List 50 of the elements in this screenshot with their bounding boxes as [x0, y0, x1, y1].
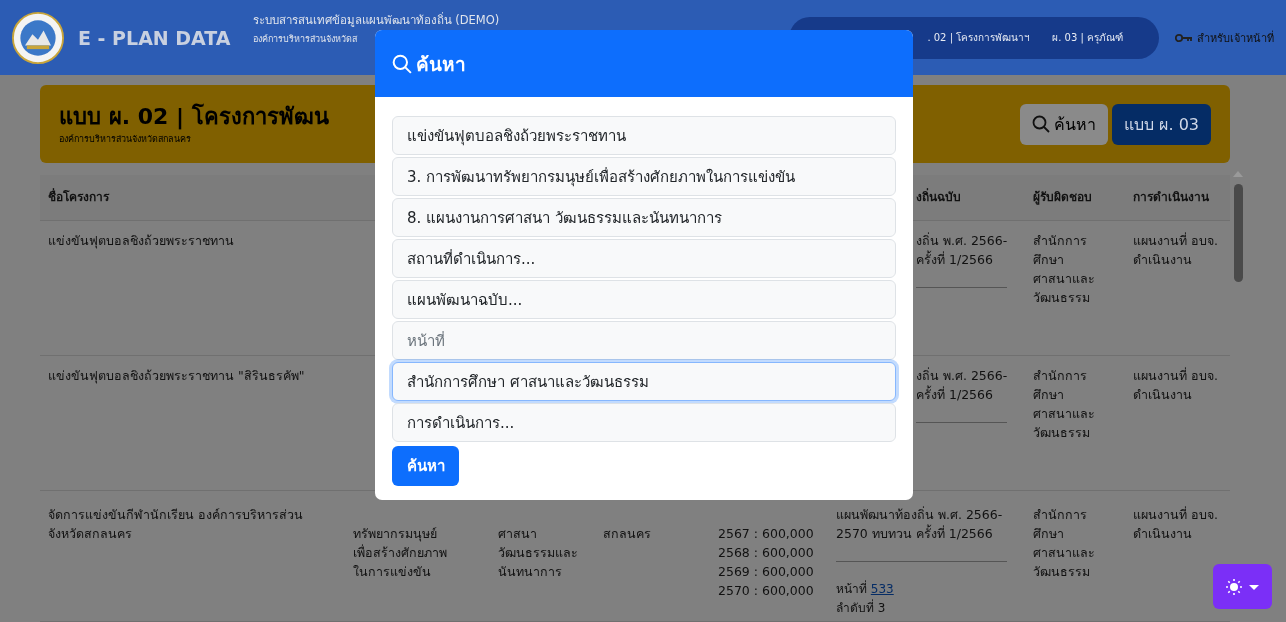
table-cell: จัดการแข่งขันกีฬานักเรียน องค์การบริหารส่วนจังหวัดสกลนคร	[48, 507, 303, 541]
sun-icon	[1224, 577, 1261, 596]
scrollbar[interactable]	[1230, 170, 1246, 282]
table-cell: แข่งขันฟุตบอลชิงถ้วยพระราชทาน "สิรินธรคัพ"	[48, 368, 305, 383]
input-field[interactable]: 8. แผนงานการศาสนา วัฒนธรรมและนันทนาการ	[392, 198, 896, 237]
table-cell-text: สกลนคร	[603, 525, 652, 543]
dialog-title: ค้นหา	[416, 51, 466, 77]
table-cell: แข่งขันฟุตบอลชิงถ้วยพระราชทาน	[48, 233, 234, 248]
table-cell-text: สำนักการศึกษา ศาสนาและ วัฒนธรรม	[1033, 232, 1096, 307]
table-cell-text: ทรัพยากรมนุษย์ เพื่อสร้างศักยภาพ ในการแข่งขัน	[353, 525, 448, 581]
staff-link-label: สำหรับเจ้าหน้าที่	[1197, 29, 1274, 47]
table-cell-text: งถิ่น พ.ศ. 2566- ครั้งที่ 1/2566	[916, 231, 1009, 269]
app-title: E - PLAN DATA	[78, 26, 231, 49]
nav-link[interactable]: ผ. 03 | ครุภัณฑ์	[1052, 30, 1123, 45]
table-cell-text: แผนงานที่ อบจ. ดำเนินงาน	[1133, 231, 1219, 269]
table-cell-text: แผนงานที่ อบจ. ดำเนินงาน	[1133, 505, 1219, 543]
input-field[interactable]: แข่งขันฟุตบอลชิงถ้วยพระราชทาน	[392, 116, 896, 155]
page-label: หน้าที่	[836, 582, 867, 596]
table-cell-text: สำนักการศึกษา ศาสนาและ วัฒนธรรม	[1033, 506, 1096, 581]
form-button[interactable]: แบบ ผ. 03	[1112, 103, 1211, 145]
search-button[interactable]: ค้นหา	[1020, 103, 1109, 145]
search-button[interactable]: ค้นหา	[392, 446, 459, 486]
order-number: ลำดับที่ 3	[836, 601, 886, 615]
search-icon	[1032, 115, 1051, 133]
column-header: ชื่อโครงการ	[48, 190, 109, 204]
theme-button[interactable]	[1213, 564, 1272, 609]
page-title: แบบ ผ. 02 | โครงการพัฒน	[59, 102, 329, 132]
table-cell-text: 2567 : 600,000 2568 : 600,000 2569 : 600,000 2570 : 600,000	[718, 525, 815, 600]
scroll-up-icon[interactable]	[1232, 170, 1244, 178]
table-cell-text: แผนงานที่ อบจ. ดำเนินงาน	[1133, 366, 1219, 404]
input-field[interactable]: 3. การพัฒนาทรัพยากรมนุษย์เพื่อสร้างศักยภาพในการแข่งขัน	[392, 157, 896, 196]
input-field[interactable]: การดำเนินการ...	[392, 403, 896, 442]
input-field[interactable]: สถานที่ดำเนินการ...	[392, 239, 896, 278]
input-field[interactable]: หน้าที่	[392, 321, 896, 360]
key-icon	[1175, 32, 1193, 43]
input-field[interactable]: แผนพัฒนาฉบับ...	[392, 280, 896, 319]
table-cell-text: สำนักการศึกษา ศาสนาและ วัฒนธรรม	[1033, 367, 1096, 442]
organization-name: องค์การบริหารส่วนจังหวัดส	[252, 33, 358, 46]
table-cell-text: งถิ่น พ.ศ. 2566- ครั้งที่ 1/2566	[916, 366, 1009, 404]
table-cell-text: แผนพัฒนาท้องถิ่น พ.ศ. 2566- 2570 ทบทวน ครั้งที่ 1/2566	[836, 505, 1004, 543]
search-icon	[392, 53, 412, 74]
emblem-icon	[12, 11, 64, 64]
system-name: ระบบสารสนเทศข้อมูลแผนพัฒนาท้องถิ่น (DEMO)	[252, 11, 500, 29]
input-field[interactable]: สำนักการศึกษา ศาสนาและวัฒนธรรม	[392, 362, 896, 401]
table-cell-text: ศาสนา วัฒนธรรมและ นันทนาการ	[498, 525, 579, 581]
column-header: งถิ่นฉบับ	[916, 190, 961, 204]
nav-link[interactable]: . 02 | โครงการพัฒนาฯ	[927, 30, 1031, 45]
column-header: ผู้รับผิดชอบ	[1033, 190, 1092, 204]
page-subtitle: องค์การบริหารส่วนจังหวัดสกลนคร	[59, 133, 192, 146]
column-header: การดำเนินงาน	[1133, 190, 1209, 204]
